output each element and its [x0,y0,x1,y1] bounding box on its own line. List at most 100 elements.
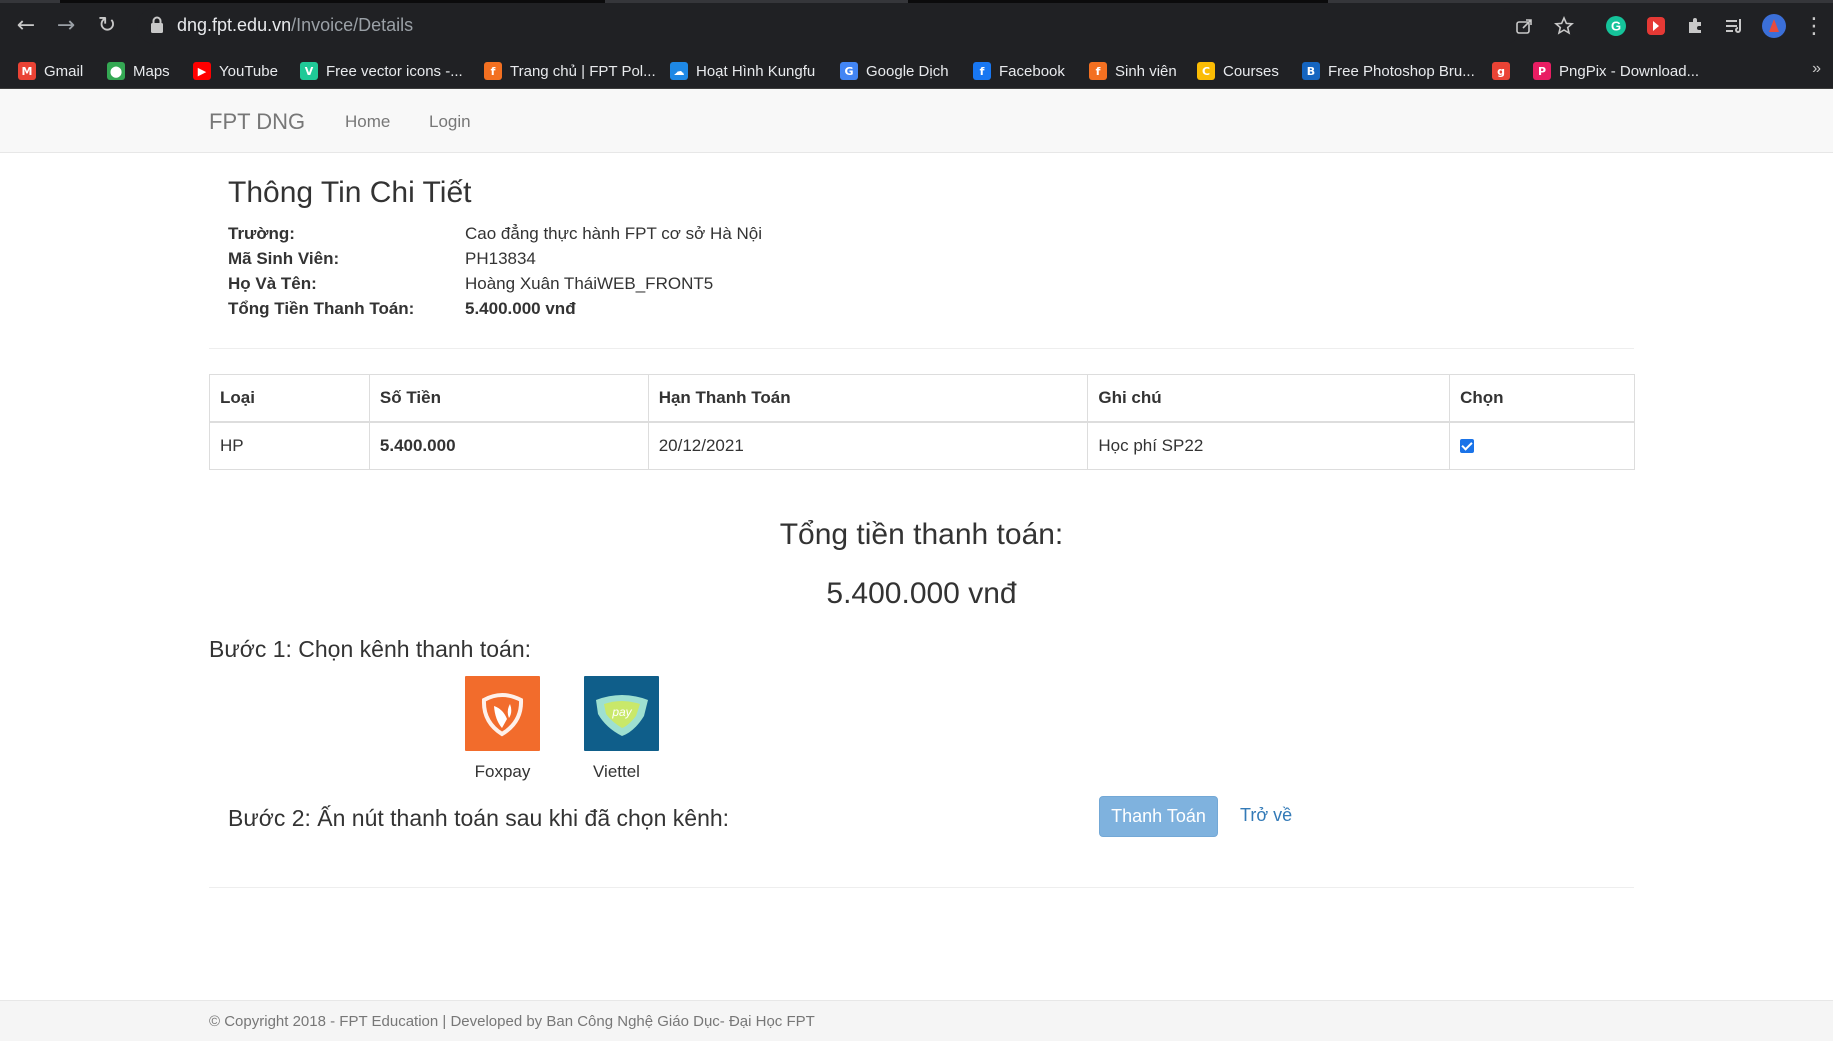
back-button[interactable]: ← [12,12,40,40]
bookmark-item[interactable]: ⬤ Maps [107,60,170,82]
bookmark-label: Free Photoshop Bru... [1328,62,1475,80]
bookmark-item[interactable]: f Trang chủ | FPT Pol... [484,60,656,82]
info-label: Mã Sinh Viên: [228,249,340,268]
site-navbar: FPT DNG Home Login [0,89,1833,153]
bookmark-item[interactable]: ☁ Hoạt Hình Kungfu [670,60,815,82]
cloud-icon: ☁ [670,62,688,80]
bookmark-label: Google Dịch [866,62,949,80]
bookmark-item[interactable]: M Gmail [18,60,83,82]
reading-list-icon[interactable] [1720,12,1748,40]
info-label: Tổng Tiền Thanh Toán: [228,299,415,318]
cell-due-date: 20/12/2021 [647,421,1089,470]
bookmark-item[interactable]: g [1492,60,1518,82]
translate-icon: G [840,62,858,80]
info-value: Hoàng Xuân TháiWEB_FRONT5 [465,274,714,293]
maps-icon: ⬤ [107,62,125,80]
reload-button[interactable]: ↻ [93,12,121,40]
grammarly-icon[interactable]: G [1602,12,1630,40]
bookmarks-overflow-button[interactable]: » [1812,60,1821,78]
url-path: /Invoice/Details [291,15,414,35]
bookmark-item[interactable]: f Sinh viên [1089,60,1177,82]
table-row: HP 5.400.000 20/12/2021 Học phí SP22 [209,421,1635,470]
copyright-text: © Copyright 2018 - FPT Education | Devel… [209,1013,815,1030]
viettel-pay-logo-icon: pay [584,676,659,751]
bookmark-item[interactable]: ▶ YouTube [193,60,278,82]
bookmark-item[interactable]: V Free vector icons -... [300,60,463,82]
nav-home-link[interactable]: Home [345,112,390,132]
column-header-note: Ghi chú [1087,374,1451,423]
brush-icon: B [1302,62,1320,80]
url-host: dng.fpt.edu.vn [177,15,292,35]
forward-arrow-icon: → [56,13,76,38]
extensions-puzzle-icon[interactable] [1681,12,1709,40]
bookmark-label: Maps [133,62,170,80]
bookmark-label: Sinh viên [1115,62,1177,80]
info-value: Cao đẳng thực hành FPT cơ sở Hà Nội [465,224,763,243]
share-icon[interactable] [1510,12,1538,40]
bookmark-label: Courses [1223,62,1279,80]
bookmark-label: YouTube [219,62,278,80]
info-value: 5.400.000 vnđ [465,299,576,318]
bookmark-item[interactable]: G Google Dịch [840,60,949,82]
table-header-row: Loại Số Tiền Hạn Thanh Toán Ghi chú Chọn [209,374,1635,423]
bookmark-label: Free vector icons -... [326,62,463,80]
google-plus-icon: g [1492,62,1510,80]
bookmark-item[interactable]: B Free Photoshop Bru... [1302,60,1475,82]
bookmarks-bar: » M Gmail ⬤ Maps ▶ YouTube V Free vector icons … [0,52,1833,89]
info-value: PH13834 [465,249,536,268]
total-amount: 5.400.000 vnđ [826,577,1017,610]
svg-text:G: G [1611,19,1621,34]
info-label: Trường: [228,224,295,243]
divider [209,887,1634,888]
foxpay-logo-icon [465,676,540,751]
divider [209,348,1634,349]
pngpix-icon: P [1533,62,1551,80]
foxpay-caption: Foxpay [474,762,531,781]
page-title: Thông Tin Chi Tiết [228,176,472,209]
forward-button[interactable]: → [52,12,80,40]
youtube-icon: ▶ [193,62,211,80]
column-header-type: Loại [209,374,370,423]
cell-amount: 5.400.000 [368,421,649,470]
total-label: Tổng tiền thanh toán: [779,518,1064,551]
column-header-due-date: Hạn Thanh Toán [647,374,1089,423]
browser-menu-icon[interactable]: ⋮ [1800,12,1828,40]
cell-type: HP [209,421,370,470]
fpt-icon: f [1089,62,1107,80]
info-label: Họ Và Tên: [228,274,317,293]
bookmark-label: Trang chủ | FPT Pol... [510,62,656,80]
svg-text:pay: pay [611,705,632,719]
viettel-pay-channel-button[interactable]: pay [584,676,659,751]
bookmark-label: Gmail [44,62,84,80]
tab-indicator[interactable] [60,0,605,3]
column-header-select: Chọn [1449,374,1635,423]
star-icon[interactable] [1550,12,1578,40]
bookmark-label: Facebook [999,62,1065,80]
pay-button[interactable]: Thanh Toán [1099,796,1218,837]
viettel-caption: Viettel [593,762,640,781]
page-footer: © Copyright 2018 - FPT Education | Devel… [0,1000,1833,1041]
bookmark-item[interactable]: C Courses [1197,60,1279,82]
vector-icon: V [300,62,318,80]
nav-login-link[interactable]: Login [429,112,471,132]
bookmark-label: Hoạt Hình Kungfu [696,62,816,80]
fpt-icon: f [484,62,502,80]
browser-toolbar: ← → ↻ dng.fpt.edu.vn/Invoice/Details G ⋮ [0,0,1833,52]
url-text[interactable]: dng.fpt.edu.vn/Invoice/Details [177,15,413,36]
bookmark-item[interactable]: f Facebook [973,60,1065,82]
cell-select [1449,421,1635,470]
profile-avatar[interactable] [1760,12,1788,40]
extension-red-icon[interactable] [1642,12,1670,40]
tab-indicator[interactable] [908,0,1328,3]
facebook-icon: f [973,62,991,80]
select-checkbox[interactable] [1460,439,1475,454]
lock-icon[interactable] [150,16,164,34]
step2-label: Bước 2: Ấn nút thanh toán sau khi đã chọ… [228,805,730,831]
column-header-amount: Số Tiền [368,374,649,423]
foxpay-channel-button[interactable] [465,676,540,751]
back-link[interactable]: Trở về [1240,805,1292,826]
site-brand[interactable]: FPT DNG [209,109,305,135]
bookmark-item[interactable]: P PngPix - Download... [1533,60,1699,82]
classroom-icon: C [1197,62,1215,80]
gmail-icon: M [18,62,36,80]
